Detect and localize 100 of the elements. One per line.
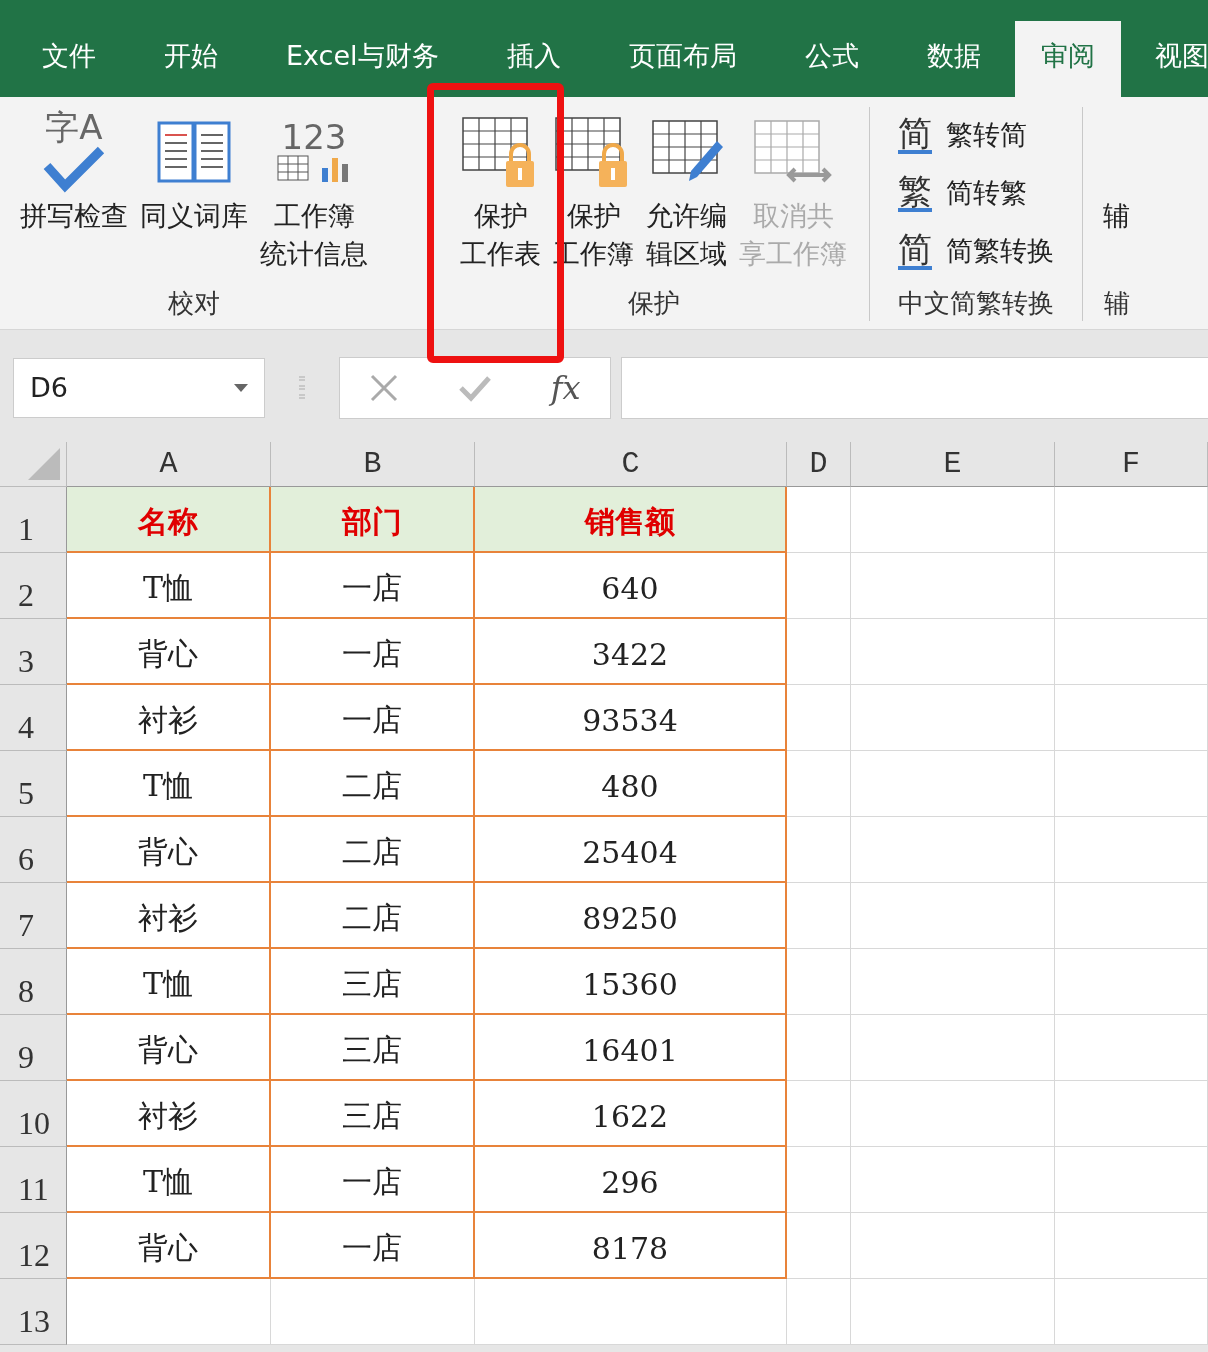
column-header[interactable]: D bbox=[809, 447, 828, 481]
grid-cell[interactable]: 一店 bbox=[271, 1147, 475, 1213]
grid-cell[interactable] bbox=[851, 1279, 1055, 1345]
column-header[interactable]: C bbox=[621, 447, 640, 481]
grid-cell[interactable] bbox=[851, 487, 1055, 553]
select-all-icon[interactable] bbox=[28, 448, 60, 480]
grid-cell[interactable] bbox=[851, 553, 1055, 619]
grid-cell[interactable] bbox=[1055, 751, 1208, 817]
grid-cell[interactable] bbox=[787, 817, 851, 883]
column-header[interactable]: F bbox=[1122, 447, 1140, 481]
grid-cell[interactable]: 3422 bbox=[475, 619, 787, 685]
ribbon-button[interactable]: 简 繁转简 bbox=[890, 107, 1035, 163]
grid-cell[interactable] bbox=[851, 949, 1055, 1015]
ribbon-tab[interactable]: 文件 bbox=[8, 21, 130, 97]
row-header[interactable]: 5 bbox=[18, 775, 34, 812]
ribbon-tab[interactable]: 视图 bbox=[1120, 21, 1208, 97]
grid-cell[interactable]: 1622 bbox=[475, 1081, 787, 1147]
grid-cell[interactable]: 296 bbox=[475, 1147, 787, 1213]
grid-cell[interactable] bbox=[851, 751, 1055, 817]
grid-cell[interactable] bbox=[787, 1213, 851, 1279]
grid-cell[interactable]: 一店 bbox=[271, 1213, 475, 1279]
grid-cell[interactable]: 25404 bbox=[475, 817, 787, 883]
grid-cell[interactable]: 三店 bbox=[271, 949, 475, 1015]
grid-cell[interactable]: 背心 bbox=[67, 1213, 271, 1279]
grid-cell[interactable] bbox=[787, 1279, 851, 1345]
grid-cell[interactable] bbox=[787, 1147, 851, 1213]
grid-cell[interactable] bbox=[1055, 949, 1208, 1015]
function-button[interactable]: fx bbox=[550, 368, 581, 407]
grid-cell[interactable] bbox=[851, 883, 1055, 949]
cancel-icon[interactable] bbox=[369, 372, 400, 403]
ribbon-button[interactable]: 保护 工作表 bbox=[458, 107, 543, 286]
column-header[interactable]: B bbox=[363, 447, 382, 481]
ribbon-button[interactable]: 繁 简转繁 bbox=[890, 165, 1035, 221]
row-header[interactable]: 3 bbox=[18, 643, 34, 680]
grid-cell[interactable] bbox=[851, 1015, 1055, 1081]
grid-cell[interactable] bbox=[787, 553, 851, 619]
grid-cell[interactable]: 衬衫 bbox=[67, 685, 271, 751]
row-header[interactable]: 10 bbox=[18, 1105, 50, 1142]
grid-cell[interactable] bbox=[67, 1279, 271, 1345]
row-header[interactable]: 7 bbox=[18, 907, 34, 944]
grid-cell[interactable]: 89250 bbox=[475, 883, 787, 949]
ribbon-tab[interactable]: 审阅 bbox=[1014, 21, 1121, 97]
grid-cell[interactable]: 销售额 bbox=[475, 487, 787, 553]
grid-cell[interactable]: 480 bbox=[475, 751, 787, 817]
row-header[interactable]: 6 bbox=[18, 841, 34, 878]
row-header[interactable]: 2 bbox=[18, 577, 34, 614]
grid-cell[interactable]: 衬衫 bbox=[67, 883, 271, 949]
ribbon-tab[interactable]: Excel与财务 bbox=[252, 21, 473, 97]
grid-cell[interactable] bbox=[787, 751, 851, 817]
grid-cell[interactable] bbox=[1055, 619, 1208, 685]
ribbon-tab[interactable]: 数据 bbox=[892, 21, 1015, 97]
grid-cell[interactable]: 二店 bbox=[271, 883, 475, 949]
grid-cell[interactable]: T恤 bbox=[67, 1147, 271, 1213]
ribbon-button[interactable]: 允许编 辑区域 bbox=[644, 107, 729, 286]
grid-cell[interactable]: 三店 bbox=[271, 1081, 475, 1147]
grid-cell[interactable] bbox=[787, 1081, 851, 1147]
grid-cell[interactable]: 一店 bbox=[271, 619, 475, 685]
formula-input[interactable] bbox=[621, 356, 1208, 419]
row-header[interactable]: 9 bbox=[18, 1039, 34, 1076]
row-header[interactable]: 1 bbox=[18, 511, 34, 548]
name-box[interactable]: D6 bbox=[13, 357, 265, 418]
grid-cell[interactable]: 一店 bbox=[271, 553, 475, 619]
grid-cell[interactable] bbox=[787, 487, 851, 553]
ribbon-button[interactable]: 辅 bbox=[1103, 107, 1130, 286]
grid-cell[interactable]: 背心 bbox=[67, 619, 271, 685]
grid-cell[interactable]: 部门 bbox=[271, 487, 475, 553]
ribbon-button[interactable]: 123 工作簿 统计信息 bbox=[258, 107, 370, 286]
grid-cell[interactable]: 三店 bbox=[271, 1015, 475, 1081]
row-header[interactable]: 4 bbox=[18, 709, 34, 746]
grid-cell[interactable]: 名称 bbox=[67, 487, 271, 553]
grid-cell[interactable] bbox=[787, 685, 851, 751]
grid-cell[interactable] bbox=[1055, 487, 1208, 553]
grid-cell[interactable] bbox=[851, 685, 1055, 751]
grid-cell[interactable] bbox=[851, 1081, 1055, 1147]
grid-cell[interactable]: 16401 bbox=[475, 1015, 787, 1081]
grid-cell[interactable]: 背心 bbox=[67, 817, 271, 883]
grid-cell[interactable] bbox=[1055, 1279, 1208, 1345]
row-header[interactable]: 11 bbox=[18, 1171, 49, 1208]
grid-cell[interactable] bbox=[1055, 883, 1208, 949]
grid-cell[interactable] bbox=[1055, 1147, 1208, 1213]
grid-cell[interactable]: T恤 bbox=[67, 949, 271, 1015]
ribbon-button[interactable]: 简 简繁转换 bbox=[890, 223, 1062, 279]
drag-handle-icon[interactable] bbox=[299, 374, 305, 401]
column-header[interactable]: E bbox=[943, 447, 962, 481]
grid-cell[interactable]: 8178 bbox=[475, 1213, 787, 1279]
ribbon-tab[interactable]: 页面布局 bbox=[594, 21, 771, 97]
grid-cell[interactable] bbox=[475, 1279, 787, 1345]
ribbon-tab[interactable]: 开始 bbox=[130, 21, 252, 97]
ribbon-button[interactable]: 字A 拼写检查 bbox=[18, 107, 130, 286]
grid-cell[interactable] bbox=[1055, 553, 1208, 619]
grid-cell[interactable]: 640 bbox=[475, 553, 787, 619]
grid-cell[interactable] bbox=[1055, 1213, 1208, 1279]
grid-cell[interactable]: 背心 bbox=[67, 1015, 271, 1081]
grid-cell[interactable] bbox=[271, 1279, 475, 1345]
grid-cell[interactable] bbox=[851, 1213, 1055, 1279]
grid-cell[interactable] bbox=[851, 817, 1055, 883]
grid-cell[interactable] bbox=[1055, 817, 1208, 883]
ribbon-button[interactable]: 同义词库 bbox=[138, 107, 250, 286]
grid-cell[interactable] bbox=[787, 883, 851, 949]
ribbon-tab[interactable]: 插入 bbox=[472, 21, 595, 97]
